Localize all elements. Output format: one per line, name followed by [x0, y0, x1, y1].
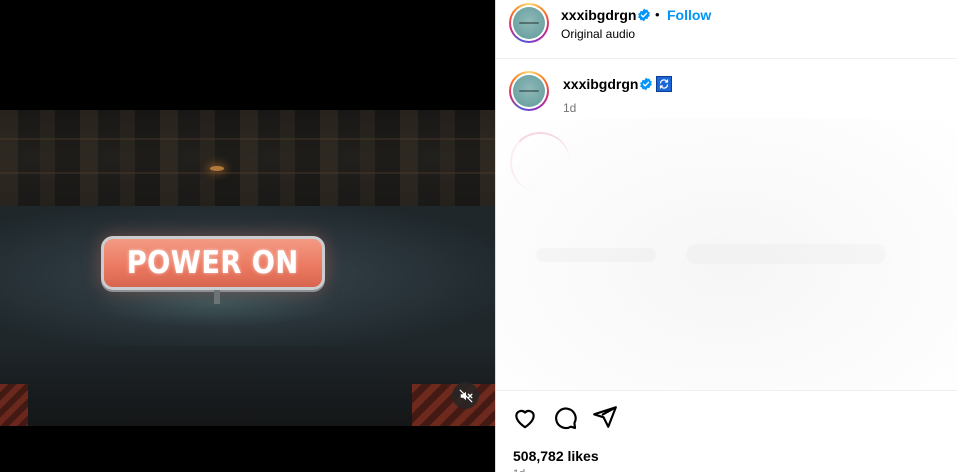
likes-count[interactable]: 508,782 likes — [513, 448, 599, 464]
verified-badge-icon — [638, 8, 650, 22]
sign-text: POWER ON — [127, 245, 299, 281]
separator-dot: • — [655, 7, 660, 22]
power-on-sign: POWER ON — [101, 236, 325, 290]
post-timestamp: 1d — [513, 468, 525, 472]
video-background-shelves — [0, 110, 496, 206]
caption-timestamp: 1d — [563, 101, 577, 115]
post-media[interactable]: POWER ON — [0, 0, 496, 472]
post-header: xxxibgdrgn • Follow Original audio — [496, 0, 957, 59]
mute-button[interactable] — [452, 382, 479, 409]
post-actions: 508,782 likes 1d — [496, 390, 957, 472]
comment-icon[interactable] — [552, 405, 578, 431]
author-username[interactable]: xxxibgdrgn — [561, 7, 636, 23]
follow-button[interactable]: Follow — [667, 7, 711, 23]
caption-author-avatar[interactable] — [509, 71, 549, 111]
repost-icon — [656, 76, 672, 92]
video-floor-detail — [0, 384, 28, 426]
post-side-panel: xxxibgdrgn • Follow Original audio xxxib… — [496, 0, 957, 472]
verified-badge-icon — [640, 77, 652, 91]
caption-content-area — [496, 118, 957, 390]
speaker-muted-icon — [459, 389, 472, 402]
audio-link[interactable]: Original audio — [561, 27, 635, 41]
heart-icon[interactable] — [512, 405, 538, 431]
paper-plane-icon[interactable] — [592, 404, 618, 430]
video-light — [210, 166, 224, 171]
author-avatar[interactable] — [509, 3, 549, 43]
caption-username[interactable]: xxxibgdrgn — [563, 76, 638, 92]
